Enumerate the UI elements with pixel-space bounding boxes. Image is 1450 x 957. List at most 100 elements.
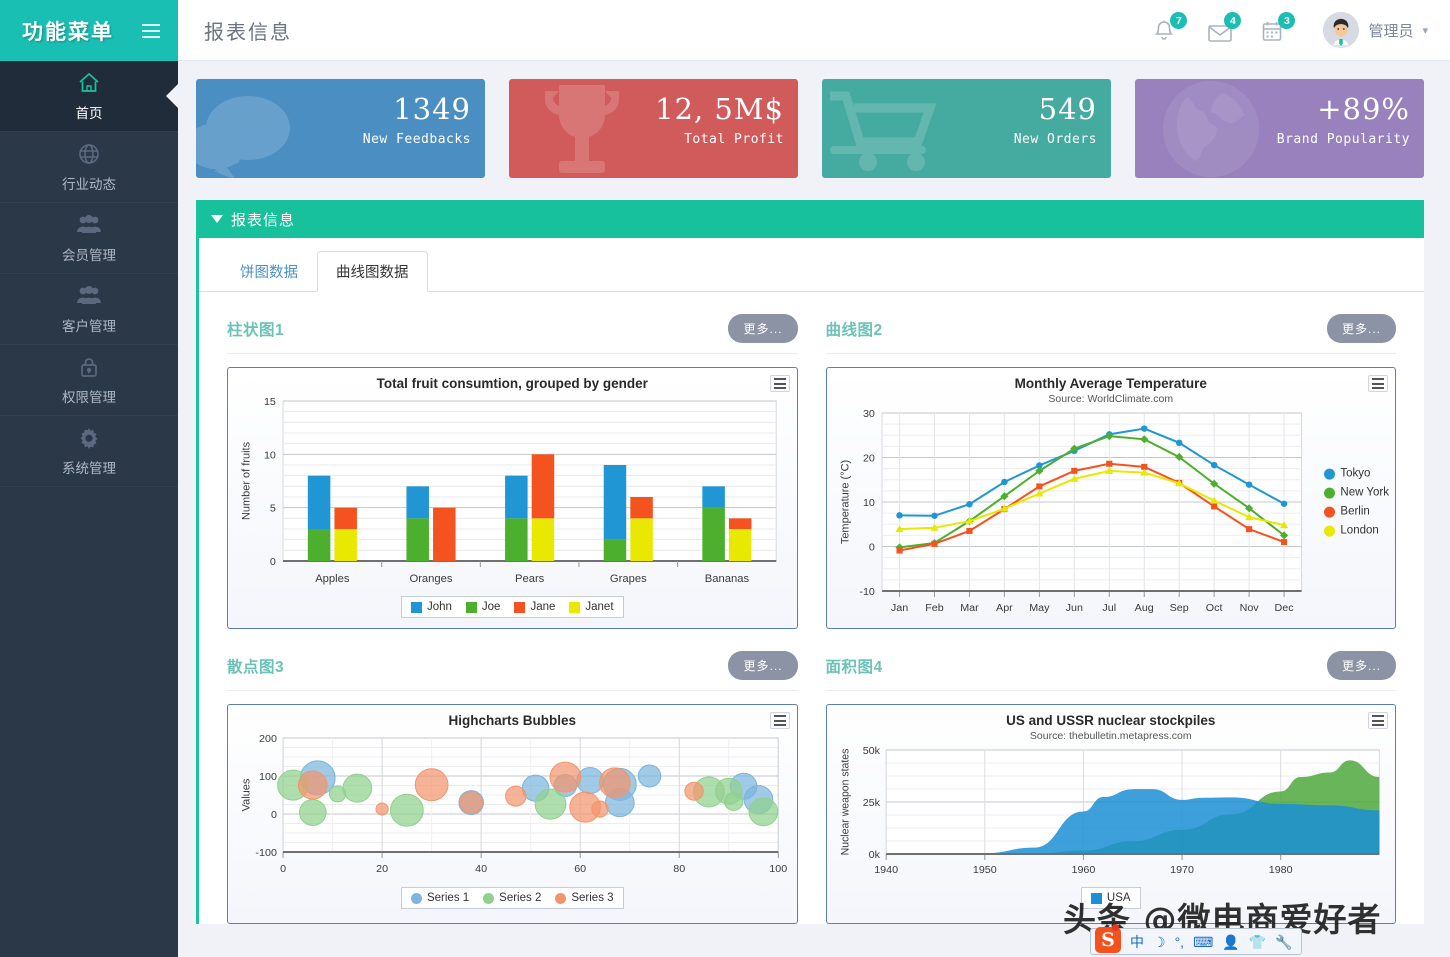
moon-icon[interactable]: ☽ (1153, 935, 1166, 949)
stat-card-new-orders[interactable]: 549 New Orders (822, 79, 1111, 178)
skin-icon[interactable]: 👕 (1249, 935, 1266, 949)
stat-card-brand-popularity[interactable]: +89% Brand Popularity (1135, 79, 1424, 178)
bar-segment[interactable] (630, 518, 653, 561)
user-menu[interactable]: 管理员 ▾ (1323, 12, 1428, 48)
chinese-mode-icon[interactable]: 中 (1130, 935, 1144, 949)
data-point[interactable] (1245, 526, 1252, 533)
legend-item[interactable]: Tokyo (1324, 468, 1389, 480)
bar-segment[interactable] (702, 507, 725, 561)
chart-menu-icon[interactable] (1368, 712, 1388, 729)
tab-pie-data[interactable]: 饼图数据 (221, 251, 317, 292)
legend-item[interactable]: Series 2 (483, 892, 541, 904)
bar-segment[interactable] (307, 475, 331, 529)
sidebar-item-home[interactable]: 首页 (0, 61, 178, 132)
bubble[interactable] (591, 800, 609, 818)
bubble[interactable] (549, 761, 582, 793)
envelope-icon[interactable]: 4 (1207, 12, 1242, 45)
bar-segment[interactable] (433, 507, 456, 561)
bar-segment[interactable] (728, 529, 752, 561)
bar-segment[interactable] (406, 486, 429, 519)
tab-line-data[interactable]: 曲线图数据 (317, 251, 428, 292)
bubble[interactable] (389, 793, 424, 827)
bubble[interactable] (534, 788, 567, 820)
more-button[interactable]: 更多... (1326, 651, 1396, 680)
data-point[interactable] (1140, 425, 1148, 432)
bubble[interactable] (375, 802, 389, 816)
chart-menu-icon[interactable] (769, 375, 790, 392)
filter-triangle-icon[interactable] (211, 215, 223, 223)
legend-item[interactable]: Series 3 (555, 892, 614, 904)
bar-segment[interactable] (603, 539, 627, 561)
calendar-icon[interactable]: 3 (1261, 12, 1296, 45)
sidebar-item-system-management[interactable]: 系统管理 (0, 416, 178, 487)
bubble[interactable] (297, 770, 328, 800)
legend-item[interactable]: Jane (514, 601, 555, 613)
chart-menu-icon[interactable] (1368, 375, 1388, 392)
data-point[interactable] (1000, 478, 1008, 486)
bubble[interactable] (414, 768, 449, 802)
stat-card-new-feedbacks[interactable]: 1349 New Feedbacks (196, 79, 485, 178)
user-icon[interactable]: 👤 (1222, 935, 1239, 949)
bubble[interactable] (723, 791, 744, 811)
bubble[interactable] (342, 773, 373, 803)
bubble[interactable] (684, 781, 704, 801)
bubble[interactable] (459, 791, 484, 815)
sidebar-item-customer-management[interactable]: 客户管理 (0, 274, 178, 345)
data-point[interactable] (965, 501, 973, 508)
legend-item[interactable]: Janet (569, 601, 614, 613)
sidebar-item-member-management[interactable]: 会员管理 (0, 203, 178, 274)
data-point[interactable] (965, 527, 973, 534)
bubble[interactable] (598, 767, 631, 799)
data-point[interactable] (1245, 481, 1252, 488)
sidebar-item-industry-news[interactable]: 行业动态 (0, 132, 178, 203)
legend-item[interactable]: USA (1090, 892, 1131, 904)
bar-segment[interactable] (531, 518, 555, 561)
data-point[interactable] (895, 547, 903, 554)
data-point[interactable] (1070, 467, 1077, 474)
more-button[interactable]: 更多... (1326, 314, 1396, 343)
bar-segment[interactable] (307, 529, 331, 561)
toolbox-icon[interactable]: 🔧 (1275, 935, 1292, 949)
bar-segment[interactable] (406, 518, 429, 561)
bar-segment[interactable] (603, 465, 627, 540)
bar-segment[interactable] (702, 486, 725, 508)
bar-segment[interactable] (630, 497, 653, 519)
data-point[interactable] (1175, 439, 1182, 447)
data-point[interactable] (895, 512, 903, 519)
chart-menu-icon[interactable] (769, 712, 790, 729)
bar-segment[interactable] (334, 507, 357, 529)
legend-item[interactable]: John (410, 601, 452, 613)
bar-segment[interactable] (334, 529, 357, 561)
data-point[interactable] (1035, 483, 1042, 490)
legend-item[interactable]: Series 1 (410, 892, 469, 904)
keyboard-icon[interactable]: ⌨ (1193, 935, 1213, 949)
data-point[interactable] (1280, 539, 1287, 546)
data-point[interactable] (1210, 503, 1217, 510)
data-point[interactable] (930, 512, 938, 519)
bubble[interactable] (748, 797, 779, 827)
punctuation-icon[interactable]: °, (1175, 935, 1185, 949)
data-point[interactable] (1105, 460, 1112, 467)
data-point[interactable] (930, 540, 938, 547)
bubble[interactable] (505, 785, 527, 807)
bar-segment[interactable] (531, 454, 555, 519)
hamburger-icon[interactable] (142, 23, 160, 38)
sidebar-item-permission-management[interactable]: 权限管理 (0, 345, 178, 416)
sogou-logo-icon[interactable]: S (1095, 923, 1121, 953)
legend-item[interactable]: Berlin (1324, 506, 1389, 518)
legend-item[interactable]: Joe (465, 601, 500, 613)
data-point[interactable] (1280, 500, 1287, 507)
bar-segment[interactable] (728, 518, 752, 529)
chevron-down-icon[interactable]: ▾ (1422, 24, 1428, 37)
more-button[interactable]: 更多... (728, 651, 798, 680)
bar-segment[interactable] (505, 475, 528, 519)
stat-card-total-profit[interactable]: 12, 5M$ Total Profit (509, 79, 798, 178)
legend-item[interactable]: New York (1324, 487, 1389, 499)
bubble[interactable] (298, 798, 327, 826)
bubble[interactable] (637, 764, 662, 788)
bell-icon[interactable]: 7 (1153, 12, 1188, 45)
more-button[interactable]: 更多... (728, 314, 798, 343)
data-point[interactable] (1210, 461, 1217, 469)
bar-segment[interactable] (505, 518, 528, 561)
legend-item[interactable]: London (1324, 525, 1389, 537)
